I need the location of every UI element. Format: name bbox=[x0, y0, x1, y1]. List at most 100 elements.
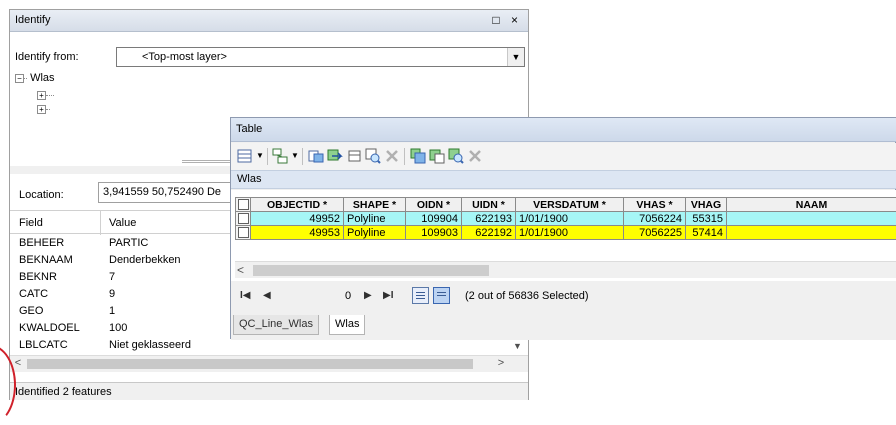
field-name: BEHEER bbox=[19, 237, 64, 249]
location-field[interactable]: 3,941559 50,752490 De bbox=[98, 182, 248, 203]
cell-objectid[interactable]: 49952 bbox=[251, 212, 344, 226]
cell-versdatum[interactable]: 1/01/1900 bbox=[516, 212, 624, 226]
column-header-oidn[interactable]: OIDN * bbox=[406, 198, 462, 212]
expand-icon[interactable]: + bbox=[37, 91, 46, 100]
first-record-icon[interactable]: I◀ bbox=[240, 290, 250, 301]
column-header-objectid[interactable]: OBJECTID * bbox=[251, 198, 344, 212]
related-tables-icon[interactable] bbox=[272, 148, 288, 164]
scroll-thumb[interactable] bbox=[27, 359, 473, 369]
selection-count: (2 out of 56836 Selected) bbox=[465, 290, 589, 302]
column-divider[interactable] bbox=[100, 211, 101, 235]
tab-wlas[interactable]: Wlas bbox=[329, 315, 365, 335]
current-record-field[interactable]: 0 bbox=[345, 290, 351, 302]
cell-naam[interactable] bbox=[727, 212, 896, 226]
last-record-icon[interactable]: ▶I bbox=[383, 290, 393, 301]
table-window: Table ▼ ▼ Wlas OBJECTID * SH bbox=[230, 117, 896, 339]
identify-title: Identify bbox=[15, 14, 50, 26]
table-header-row: OBJECTID * SHAPE * OIDN * UIDN * VERSDAT… bbox=[236, 198, 896, 212]
cell-versdatum[interactable]: 1/01/1900 bbox=[516, 226, 624, 240]
cell-uidn[interactable]: 622192 bbox=[462, 226, 516, 240]
cell-vhas[interactable]: 7056225 bbox=[624, 226, 686, 240]
scroll-right-icon[interactable]: > bbox=[494, 357, 508, 369]
table-titlebar[interactable]: Table bbox=[231, 118, 896, 142]
scroll-thumb[interactable] bbox=[253, 265, 489, 276]
cell-shape[interactable]: Polyline bbox=[344, 226, 406, 240]
record-navigation-bar: I◀ ◀ 0 ▶ ▶I (2 out of 56836 Selected) bbox=[231, 281, 896, 313]
cell-oidn[interactable]: 109904 bbox=[406, 212, 462, 226]
window-controls[interactable]: □ × bbox=[492, 13, 522, 27]
select-by-attributes-icon[interactable] bbox=[308, 148, 324, 164]
cell-vhag[interactable]: 57414 bbox=[686, 226, 727, 240]
next-record-icon[interactable]: ▶ bbox=[364, 290, 372, 301]
status-text: Identified 2 features bbox=[15, 386, 112, 398]
tree-connector bbox=[46, 95, 54, 96]
table-horizontal-scrollbar[interactable]: < bbox=[235, 261, 896, 278]
column-header-field[interactable]: Field bbox=[19, 217, 43, 229]
delete-highlighted-icon[interactable] bbox=[467, 148, 483, 164]
tree-root-label: Wlas bbox=[30, 72, 54, 84]
column-header-naam[interactable]: NAAM bbox=[727, 198, 896, 212]
field-value: PARTIC bbox=[109, 237, 148, 249]
cell-vhag[interactable]: 55315 bbox=[686, 212, 727, 226]
row-selector[interactable] bbox=[236, 226, 251, 240]
column-header-vhag[interactable]: VHAG bbox=[686, 198, 727, 212]
tree-node-child-1[interactable]: + bbox=[37, 89, 54, 101]
show-all-records-icon[interactable] bbox=[412, 287, 429, 304]
layer-title-bar: Wlas bbox=[231, 170, 896, 189]
chevron-down-icon[interactable]: ▼ bbox=[256, 151, 264, 160]
tab-qc-line-wlas[interactable]: QC_Line_Wlas bbox=[233, 315, 319, 335]
field-name: KWALDOEL bbox=[19, 322, 80, 334]
expand-icon[interactable]: + bbox=[37, 105, 46, 114]
chevron-down-icon[interactable]: ▼ bbox=[507, 48, 524, 66]
field-value: 100 bbox=[109, 322, 127, 334]
scroll-left-icon[interactable]: < bbox=[237, 263, 244, 277]
field-value: 9 bbox=[109, 288, 115, 300]
cell-objectid[interactable]: 49953 bbox=[251, 226, 344, 240]
table-row[interactable]: 49953 Polyline 109903 622192 1/01/1900 7… bbox=[236, 226, 896, 240]
column-header-versdatum[interactable]: VERSDATUM * bbox=[516, 198, 624, 212]
tree-node-root[interactable]: − Wlas bbox=[15, 72, 55, 84]
table-tab-strip: QC_Line_Wlas Wlas bbox=[231, 313, 896, 340]
field-value: 7 bbox=[109, 271, 115, 283]
column-header-uidn[interactable]: UIDN * bbox=[462, 198, 516, 212]
column-header-shape[interactable]: SHAPE * bbox=[344, 198, 406, 212]
table-toolbar: ▼ ▼ bbox=[231, 143, 896, 170]
collapse-icon[interactable]: − bbox=[15, 74, 24, 83]
select-all-cell[interactable] bbox=[236, 198, 251, 212]
highlight-selected-icon[interactable] bbox=[429, 148, 445, 164]
show-selected-records-icon[interactable] bbox=[433, 287, 450, 304]
copy-selected-icon[interactable] bbox=[410, 148, 426, 164]
previous-record-icon[interactable]: ◀ bbox=[263, 290, 271, 301]
table-row[interactable]: 49952 Polyline 109904 622193 1/01/1900 7… bbox=[236, 212, 896, 226]
zoom-to-highlighted-icon[interactable] bbox=[448, 148, 464, 164]
cell-vhas[interactable]: 7056224 bbox=[624, 212, 686, 226]
zoom-to-selected-icon[interactable] bbox=[365, 148, 381, 164]
scroll-down-icon[interactable]: ▼ bbox=[513, 341, 522, 351]
cell-uidn[interactable]: 622193 bbox=[462, 212, 516, 226]
table-title: Table bbox=[236, 123, 262, 135]
attribute-table: OBJECTID * SHAPE * OIDN * UIDN * VERSDAT… bbox=[235, 197, 896, 240]
identify-horizontal-scrollbar[interactable]: < > bbox=[10, 355, 528, 372]
field-name: BEKNR bbox=[19, 271, 57, 283]
clear-selection-icon[interactable] bbox=[347, 148, 363, 164]
column-header-value[interactable]: Value bbox=[109, 217, 136, 229]
field-name: CATC bbox=[19, 288, 48, 300]
switch-selection-icon[interactable] bbox=[327, 148, 343, 164]
tree-node-child-2[interactable]: + bbox=[37, 103, 50, 115]
toolbar-divider bbox=[267, 148, 268, 165]
field-value: Niet geklasseerd bbox=[109, 339, 191, 351]
identify-from-label: Identify from: bbox=[15, 51, 79, 63]
cell-oidn[interactable]: 109903 bbox=[406, 226, 462, 240]
delete-selected-icon[interactable] bbox=[384, 148, 400, 164]
row-selector[interactable] bbox=[236, 212, 251, 226]
table-options-icon[interactable] bbox=[237, 148, 253, 164]
layer-name: Wlas bbox=[237, 173, 261, 185]
field-name: BEKNAAM bbox=[19, 254, 73, 266]
column-header-vhas[interactable]: VHAS * bbox=[624, 198, 686, 212]
identify-titlebar[interactable]: Identify □ × bbox=[10, 10, 528, 32]
cell-naam[interactable] bbox=[727, 226, 896, 240]
identify-from-dropdown[interactable]: <Top-most layer> ▼ bbox=[116, 47, 525, 67]
chevron-down-icon[interactable]: ▼ bbox=[291, 151, 299, 160]
toolbar-divider bbox=[404, 148, 405, 165]
cell-shape[interactable]: Polyline bbox=[344, 212, 406, 226]
